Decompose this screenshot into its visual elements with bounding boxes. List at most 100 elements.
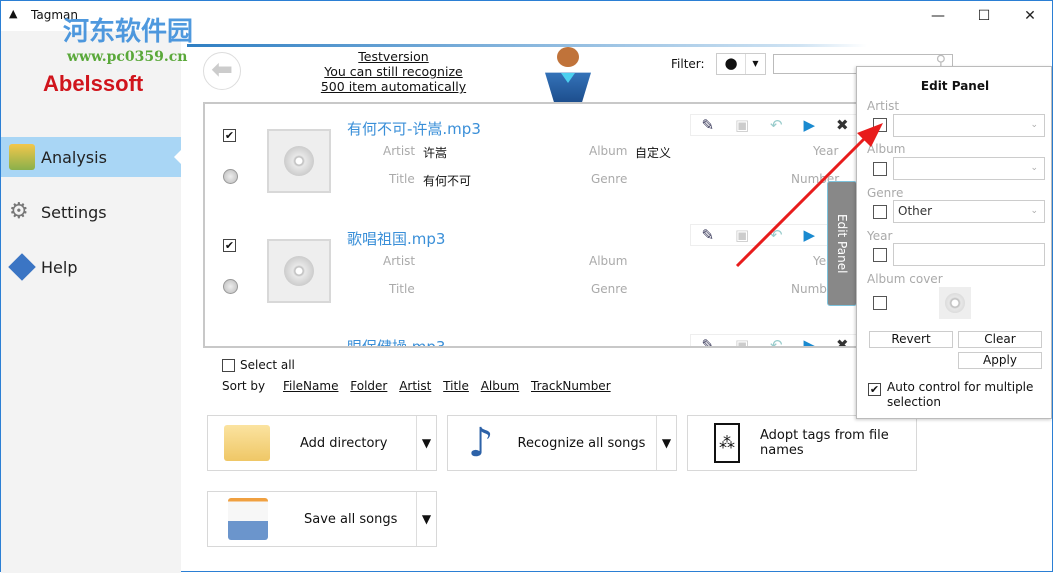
- sidebar-item-label: Settings: [41, 202, 107, 222]
- play-icon[interactable]: ▶: [804, 116, 816, 134]
- album-checkbox[interactable]: [873, 162, 887, 176]
- undo-icon[interactable]: ↶: [770, 116, 783, 134]
- adopt-tags-button[interactable]: ⁂ Adopt tags from file names: [687, 415, 917, 471]
- song-radio[interactable]: [223, 279, 238, 294]
- genre-label: Genre: [591, 172, 628, 186]
- song-checkbox[interactable]: ✔: [223, 129, 236, 142]
- add-directory-dropdown[interactable]: ▼: [416, 416, 436, 470]
- artist-combo[interactable]: ⌄: [893, 114, 1045, 137]
- watermark-url: www.pc0359.cn: [67, 49, 188, 65]
- header-divider: [187, 44, 867, 47]
- minimize-button[interactable]: —: [915, 3, 961, 29]
- cd-icon: [945, 293, 965, 313]
- song-row[interactable]: ✔ 歌唱祖国.mp3 Artist Album Year Title Genre…: [205, 214, 861, 324]
- select-all-checkbox[interactable]: [222, 358, 235, 372]
- file-tree-icon: ⁂: [714, 423, 740, 463]
- select-all[interactable]: Select all: [222, 358, 295, 372]
- year-input[interactable]: [893, 243, 1045, 266]
- artist-label: Artist: [383, 144, 416, 158]
- save-icon[interactable]: ▣: [735, 226, 749, 244]
- genre-checkbox[interactable]: [873, 205, 887, 219]
- album-cover[interactable]: [267, 129, 331, 193]
- edit-pen-icon[interactable]: ✎: [701, 226, 714, 244]
- save-all-dropdown[interactable]: ▼: [416, 492, 436, 546]
- notice-line1[interactable]: Testversion: [311, 49, 476, 64]
- auto-control-checkbox[interactable]: ✔: [868, 383, 881, 396]
- genre-label: Genre: [591, 282, 628, 296]
- genre-combo[interactable]: Other ⌄: [893, 200, 1045, 223]
- mascot-icon: [537, 47, 599, 107]
- maximize-button[interactable]: ☐: [961, 3, 1007, 29]
- gear-icon: ⚙: [9, 199, 29, 224]
- sidebar-item-label: Analysis: [41, 147, 107, 167]
- song-filename[interactable]: 歌唱祖国.mp3: [347, 228, 445, 249]
- sort-artist[interactable]: Artist: [399, 379, 431, 393]
- filter-color-dropdown[interactable]: ● ▼: [716, 53, 766, 75]
- add-directory-button[interactable]: Add directory ▼: [207, 415, 437, 471]
- sort-label: Sort by: [222, 379, 266, 393]
- save-all-button[interactable]: Save all songs ▼: [207, 491, 437, 547]
- clear-button[interactable]: Clear: [958, 331, 1042, 348]
- edit-panel: Edit Panel Artist ⌄ Album ⌄ Genre Other ⌄…: [856, 66, 1052, 419]
- edit-panel-tab[interactable]: Edit Panel: [827, 181, 857, 306]
- sidebar-item-analysis[interactable]: Analysis: [1, 137, 181, 177]
- black-dot-icon: ●: [724, 54, 738, 72]
- sidebar-item-settings[interactable]: ⚙ Settings: [1, 192, 181, 232]
- select-all-label: Select all: [240, 358, 295, 372]
- recognize-all-button[interactable]: ♪ Recognize all songs ▼: [447, 415, 677, 471]
- album-label: Album: [589, 254, 628, 268]
- revert-button[interactable]: Revert: [869, 331, 953, 348]
- undo-icon[interactable]: ↶: [770, 336, 783, 346]
- sort-album[interactable]: Album: [481, 379, 519, 393]
- song-actions: ✎ ▣ ↶ ▶ ✖: [690, 114, 860, 136]
- delete-file-icon[interactable]: ✖: [836, 116, 849, 134]
- sort-tracknumber[interactable]: TrackNumber: [531, 379, 611, 393]
- album-label: Album: [867, 142, 906, 156]
- undo-icon[interactable]: ↶: [770, 226, 783, 244]
- year-checkbox[interactable]: [873, 248, 887, 262]
- title-value: 有何不可: [423, 174, 472, 188]
- edit-pen-icon[interactable]: ✎: [701, 116, 714, 134]
- play-icon[interactable]: ▶: [804, 336, 816, 346]
- play-icon[interactable]: ▶: [804, 226, 816, 244]
- back-button[interactable]: ⬅: [203, 52, 241, 90]
- album-cover[interactable]: [267, 239, 331, 303]
- auto-control-label: Auto control for multiple selection: [887, 380, 1034, 409]
- cd-icon: [284, 146, 314, 176]
- music-note-icon: ♪: [468, 420, 494, 466]
- apply-button[interactable]: Apply: [958, 352, 1042, 369]
- sort-bar: Sort by FileName Folder Artist Title Alb…: [222, 379, 619, 393]
- song-row[interactable]: ✔ 有何不可-许嵩.mp3 Artist 许嵩 Album 自定义 Year T…: [205, 104, 861, 214]
- song-filename[interactable]: 眼保健操.mp3: [347, 336, 445, 346]
- song-row[interactable]: 眼保健操.mp3 ✎ ▣ ↶ ▶ ✖: [205, 324, 861, 346]
- song-checkbox[interactable]: ✔: [223, 239, 236, 252]
- notice-line3[interactable]: 500 item automatically: [311, 79, 476, 94]
- save-icon[interactable]: ▣: [735, 336, 749, 346]
- album-cover-label: Album cover: [867, 272, 943, 286]
- album-label: Album: [589, 144, 628, 158]
- edit-pen-icon[interactable]: ✎: [701, 336, 714, 346]
- help-icon: [8, 253, 36, 281]
- recognize-dropdown[interactable]: ▼: [656, 416, 676, 470]
- year-label: Year: [867, 229, 893, 243]
- close-button[interactable]: ✕: [1007, 3, 1053, 29]
- sort-title[interactable]: Title: [443, 379, 469, 393]
- delete-file-icon[interactable]: ✖: [836, 336, 849, 346]
- notice-line2[interactable]: You can still recognize: [311, 64, 476, 79]
- sort-folder[interactable]: Folder: [350, 379, 387, 393]
- sort-filename[interactable]: FileName: [283, 379, 338, 393]
- chevron-down-icon: ⌄: [1030, 120, 1038, 130]
- save-icon[interactable]: ▣: [735, 116, 749, 134]
- album-cover-checkbox[interactable]: [873, 296, 887, 310]
- floppy-disk-icon: [228, 498, 268, 540]
- sidebar-item-help[interactable]: Help: [1, 247, 181, 287]
- filter-label: Filter:: [671, 57, 705, 71]
- watermark-title: 河东软件园: [63, 17, 194, 47]
- chevron-down-icon: ⌄: [1030, 206, 1038, 216]
- sidebar: Abelssoft Analysis ⚙ Settings Help: [1, 31, 181, 573]
- album-cover-picker[interactable]: [939, 287, 971, 319]
- song-radio[interactable]: [223, 169, 238, 184]
- artist-checkbox[interactable]: [873, 118, 887, 132]
- song-filename[interactable]: 有何不可-许嵩.mp3: [347, 118, 481, 139]
- album-combo[interactable]: ⌄: [893, 157, 1045, 180]
